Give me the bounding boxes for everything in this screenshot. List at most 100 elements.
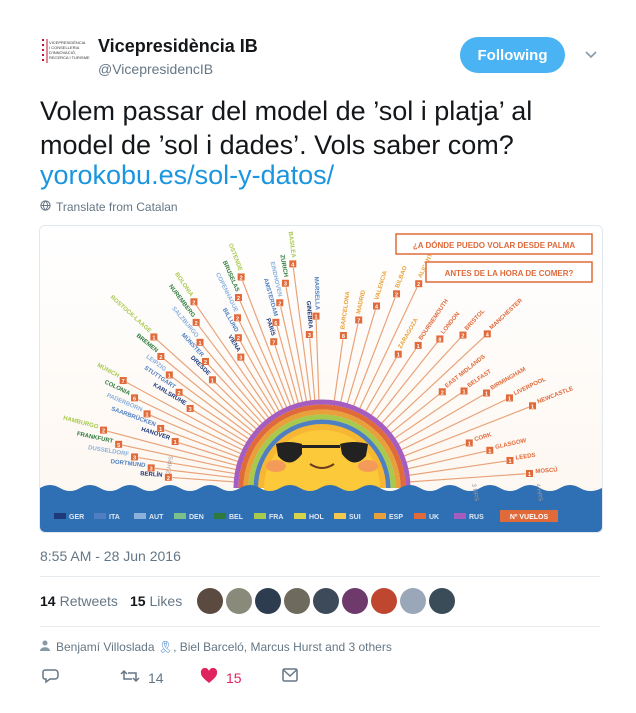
heart-icon xyxy=(200,667,218,687)
account-name[interactable]: Vicepresidència IB xyxy=(98,36,258,57)
tweet-card: VICEPRESIDÈNCIA I CONSELLERIA D'INNOVACI… xyxy=(0,0,636,713)
flight-count: 7 xyxy=(272,340,275,346)
action-bar: 14 15 xyxy=(40,667,340,690)
flight-count: 2 xyxy=(461,334,464,340)
liker-avatar[interactable] xyxy=(313,588,339,614)
retweets-stat[interactable]: 14 Retweets xyxy=(40,593,118,609)
liker-avatars xyxy=(197,588,455,614)
flight-count: 2 xyxy=(195,321,198,327)
flight-count: 6 xyxy=(274,321,277,327)
envelope-icon xyxy=(282,668,298,685)
reply-others[interactable]: , Biel Barceló, Marcus Hurst and 3 other… xyxy=(173,640,392,654)
legend-swatch xyxy=(294,513,306,519)
liker-avatar[interactable] xyxy=(429,588,455,614)
flight-count: 8 xyxy=(438,337,441,343)
flight-count: 2 xyxy=(237,336,240,342)
ribbon-icon: 🎗 xyxy=(154,640,174,654)
flight-count: 2 xyxy=(441,390,444,396)
legend-label: ESP xyxy=(389,514,403,521)
flight-count: 2 xyxy=(178,391,181,397)
legend-label: UK xyxy=(429,514,439,521)
flight-count: 2 xyxy=(236,316,239,322)
liker-avatar[interactable] xyxy=(284,588,310,614)
engagement-stats: 14 Retweets 15 Likes xyxy=(40,593,182,609)
flight-count: 1 xyxy=(146,412,149,418)
legend-swatch xyxy=(454,513,466,519)
legend-label: HOL xyxy=(309,514,325,521)
divider xyxy=(40,626,600,627)
svg-text:RECERCA I TURISME: RECERCA I TURISME xyxy=(49,55,90,60)
flight-count: 1 xyxy=(397,353,400,359)
reply-icon xyxy=(42,668,60,687)
tweet-timestamp[interactable]: 8:55 AM - 28 Jun 2016 xyxy=(40,548,181,564)
following-button[interactable]: Following xyxy=(460,37,565,73)
divider xyxy=(40,576,600,577)
flight-count: 3 xyxy=(284,282,287,288)
globe-icon xyxy=(40,200,51,214)
retweets-count: 14 xyxy=(40,593,56,609)
person-icon xyxy=(40,640,50,654)
retweet-button[interactable]: 14 xyxy=(120,668,164,687)
flight-count: 2 xyxy=(240,275,243,281)
flight-count: 1 xyxy=(211,378,214,384)
legend-swatch xyxy=(214,513,226,519)
liker-avatar[interactable] xyxy=(226,588,252,614)
flight-count: 1 xyxy=(488,449,491,455)
flight-count: 2 xyxy=(417,282,420,288)
retweets-label: Retweets xyxy=(59,593,118,609)
flight-count: 3 xyxy=(308,333,311,339)
flight-count: 1 xyxy=(199,341,202,347)
flight-count: 2 xyxy=(395,292,398,298)
liker-avatar[interactable] xyxy=(197,588,223,614)
tweet-link[interactable]: yorokobu.es/sol-y-datos/ xyxy=(40,160,334,191)
likes-stat[interactable]: 15 Likes xyxy=(130,593,182,609)
flight-count: 1 xyxy=(314,315,317,321)
like-count: 15 xyxy=(226,669,242,686)
liker-avatar[interactable] xyxy=(342,588,368,614)
flight-count: 1 xyxy=(159,427,162,433)
question-1: ¿A DÓNDE PUEDO VOLAR DESDE PALMA xyxy=(413,241,575,250)
retweet-icon xyxy=(120,668,140,687)
legend-swatch xyxy=(374,513,386,519)
legend-swatch xyxy=(254,513,266,519)
legend-label: DEN xyxy=(189,514,204,521)
translate-link[interactable]: Translate from Catalan xyxy=(40,200,178,214)
flight-count: 1 xyxy=(463,389,466,395)
legend-flights-label: Nº VUELOS xyxy=(510,514,549,521)
flight-count: 7 xyxy=(357,318,360,324)
like-button[interactable]: 15 xyxy=(200,667,242,687)
chevron-down-icon[interactable] xyxy=(583,46,599,62)
flight-count: 6 xyxy=(133,396,136,402)
flight-count: 2 xyxy=(192,300,195,306)
flight-count: 1 xyxy=(174,440,177,446)
liker-avatar[interactable] xyxy=(255,588,281,614)
legend-label: AUT xyxy=(149,514,164,521)
legend-label: SUI xyxy=(349,514,361,521)
legend-swatch xyxy=(54,513,66,519)
question-box-2: ANTES DE LA HORA DE COMER? xyxy=(425,261,593,283)
translate-label: Translate from Catalan xyxy=(56,200,178,214)
reply-button[interactable] xyxy=(42,668,60,687)
liker-avatar[interactable] xyxy=(371,588,397,614)
direct-message-button[interactable] xyxy=(282,668,298,685)
infographic: 2BERLÍN3DORTMUND3DUSSELDORF5FRANKFURT2HA… xyxy=(40,226,602,532)
account-handle[interactable]: @VicepresidencIB xyxy=(98,61,213,77)
reply-context: Benjamí Villoslada 🎗, Biel Barceló, Marc… xyxy=(40,640,392,654)
flight-count: 1 xyxy=(168,373,171,379)
account-logo[interactable]: VICEPRESIDÈNCIA I CONSELLERIA D'INNOVACI… xyxy=(40,37,90,73)
flight-count: 3 xyxy=(133,455,136,461)
legend-label: BEL xyxy=(229,514,244,521)
flight-count: 1 xyxy=(485,392,488,398)
flight-count: 5 xyxy=(117,443,120,449)
flight-count: 1 xyxy=(417,344,420,350)
flight-count: 2 xyxy=(102,429,105,435)
flight-count: 2 xyxy=(159,355,162,361)
tweet-image[interactable]: 2 BERLÍN 3 DORTMUND 3 DUSSELDORF 5 FRANKFURT 2 HA… xyxy=(39,225,603,533)
flight-count: 3 xyxy=(239,356,242,362)
question-box-1: ¿A DÓNDE PUEDO VOLAR DESDE PALMA xyxy=(395,233,593,255)
legend-label: GER xyxy=(69,514,84,521)
liker-avatar[interactable] xyxy=(400,588,426,614)
legend-label: FRA xyxy=(269,514,283,521)
legend-swatch xyxy=(134,513,146,519)
reply-name[interactable]: Benjamí Villoslada xyxy=(56,640,155,654)
